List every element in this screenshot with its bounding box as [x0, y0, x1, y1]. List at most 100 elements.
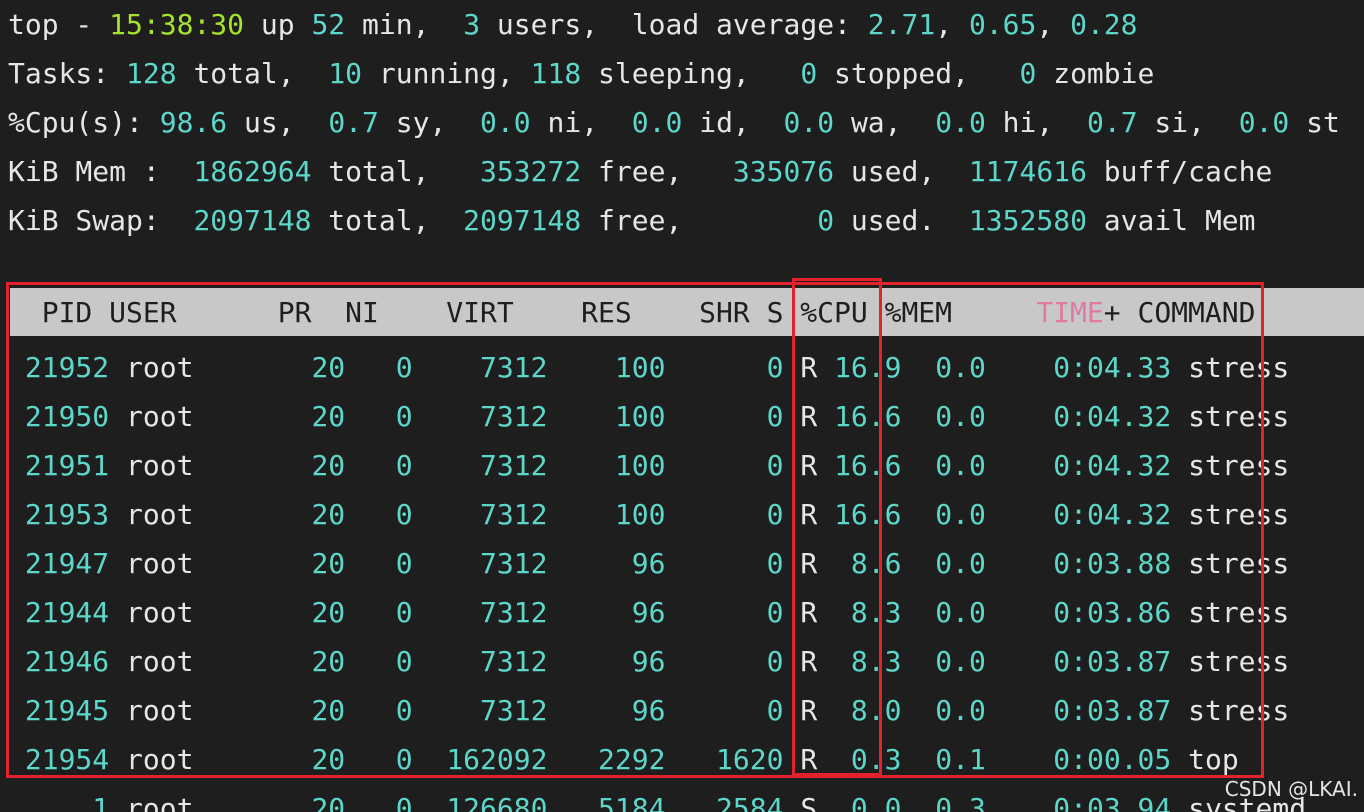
label: st: [1289, 106, 1340, 139]
process-state: R: [800, 351, 835, 384]
label: sy,: [378, 106, 481, 139]
process-cpu: 16.6: [834, 449, 919, 482]
cpu-si: 0.7: [1086, 106, 1138, 139]
process-cpu: 0.0: [834, 792, 919, 812]
users-count: 3: [463, 8, 481, 41]
column-header: PID USER PR NI VIRT RES SHR S %CPU %MEM …: [8, 288, 1256, 337]
process-cpu: 8.0: [834, 694, 919, 727]
process-res: 100: [564, 449, 683, 482]
table-row[interactable]: 21950 root 20 0 7312 100 0 R 16.6 0.0 0:…: [8, 392, 1289, 441]
process-pid: 21947: [8, 547, 127, 580]
process-priority: 20: [277, 449, 363, 482]
process-shr: 0: [682, 645, 801, 678]
process-nice: 0: [362, 792, 430, 812]
table-row[interactable]: 21947 root 20 0 7312 96 0 R 8.6 0.0 0:03…: [8, 539, 1289, 588]
process-shr: 0: [682, 351, 801, 384]
process-shr: 0: [682, 596, 801, 629]
process-shr: 2584: [682, 792, 801, 812]
header-columns: PID USER PR NI VIRT RES SHR S %CPU %MEM: [8, 296, 1037, 329]
label: buff/cache: [1086, 155, 1273, 188]
table-row[interactable]: 21954 root 20 0 162092 2292 1620 R 0.3 0…: [8, 735, 1239, 784]
process-user: root: [126, 596, 278, 629]
process-nice: 0: [362, 498, 430, 531]
terminal-window[interactable]: top - 15:38:30 up 52 min, 3 users, load …: [0, 0, 1364, 812]
process-res: 5184: [564, 792, 683, 812]
label: si,: [1137, 106, 1239, 139]
process-nice: 0: [362, 400, 430, 433]
label: id,: [682, 106, 784, 139]
process-virt: 7312: [429, 449, 565, 482]
process-mem: 0.0: [918, 449, 1003, 482]
process-nice: 0: [362, 743, 430, 776]
process-mem: 0.0: [918, 498, 1003, 531]
process-cpu: 16.9: [834, 351, 919, 384]
process-time: 0:04.32: [1002, 449, 1189, 482]
table-row[interactable]: 1 root 20 0 126680 5184 2584 S 0.0 0.3 0…: [8, 784, 1306, 812]
cpu-sy: 0.7: [328, 106, 379, 139]
process-time: 0:04.32: [1002, 498, 1189, 531]
header-command: + COMMAND: [1103, 296, 1256, 329]
label: total,: [311, 204, 464, 237]
process-command: stress: [1188, 351, 1290, 384]
tasks-zombie: 0: [1019, 57, 1037, 90]
process-command: stress: [1188, 547, 1290, 580]
mem-buff-cache: 1174616: [968, 155, 1087, 188]
process-time: 0:03.94: [1002, 792, 1189, 812]
cpu-us: 98.6: [159, 106, 228, 139]
table-row[interactable]: 21951 root 20 0 7312 100 0 R 16.6 0.0 0:…: [8, 441, 1289, 490]
process-state: R: [800, 645, 835, 678]
process-pid: 21946: [8, 645, 127, 678]
process-pid: 21944: [8, 596, 127, 629]
process-pid: 21953: [8, 498, 127, 531]
process-state: R: [800, 400, 835, 433]
process-priority: 20: [277, 596, 363, 629]
process-state: R: [800, 498, 835, 531]
label: avail Mem: [1086, 204, 1256, 237]
swap-free: 2097148: [463, 204, 582, 237]
process-cpu: 16.6: [834, 400, 919, 433]
process-user: root: [126, 449, 278, 482]
process-mem: 0.0: [918, 645, 1003, 678]
process-priority: 20: [277, 400, 363, 433]
table-row[interactable]: 21946 root 20 0 7312 96 0 R 8.3 0.0 0:03…: [8, 637, 1289, 686]
process-state: R: [800, 449, 835, 482]
process-priority: 20: [277, 498, 363, 531]
label: zombie: [1036, 57, 1155, 90]
process-nice: 0: [362, 449, 430, 482]
process-nice: 0: [362, 645, 430, 678]
process-time: 0:04.32: [1002, 400, 1189, 433]
process-time: 0:00.05: [1002, 743, 1189, 776]
process-virt: 7312: [429, 351, 565, 384]
table-row[interactable]: 21953 root 20 0 7312 100 0 R 16.6 0.0 0:…: [8, 490, 1289, 539]
process-res: 100: [564, 400, 683, 433]
process-res: 96: [564, 645, 683, 678]
process-priority: 20: [277, 694, 363, 727]
process-shr: 0: [682, 498, 801, 531]
process-res: 100: [564, 351, 683, 384]
label: ni,: [530, 106, 632, 139]
process-cpu: 0.3: [834, 743, 919, 776]
label: up: [244, 8, 312, 41]
process-nice: 0: [362, 694, 430, 727]
mem-free: 353272: [480, 155, 582, 188]
process-nice: 0: [362, 547, 430, 580]
process-pid: 1: [8, 792, 127, 812]
process-cpu: 8.3: [834, 645, 919, 678]
process-command: stress: [1188, 400, 1290, 433]
process-virt: 7312: [429, 694, 565, 727]
table-row[interactable]: 21944 root 20 0 7312 96 0 R 8.3 0.0 0:03…: [8, 588, 1289, 637]
process-command: top: [1188, 743, 1239, 776]
table-row[interactable]: 21945 root 20 0 7312 96 0 R 8.0 0.0 0:03…: [8, 686, 1289, 735]
process-res: 2292: [564, 743, 683, 776]
summary-swap-line: KiB Swap: 2097148 total, 2097148 free, 0…: [8, 196, 1256, 245]
process-mem: 0.0: [918, 694, 1003, 727]
cpu-st: 0.0: [1238, 106, 1290, 139]
label: users, load average:: [480, 8, 868, 41]
process-state: R: [800, 596, 835, 629]
process-user: root: [126, 743, 278, 776]
mem-used: 335076: [732, 155, 835, 188]
process-cpu: 8.6: [834, 547, 919, 580]
label: ,: [1036, 8, 1071, 41]
table-row[interactable]: 21952 root 20 0 7312 100 0 R 16.9 0.0 0:…: [8, 343, 1289, 392]
process-shr: 1620: [682, 743, 801, 776]
